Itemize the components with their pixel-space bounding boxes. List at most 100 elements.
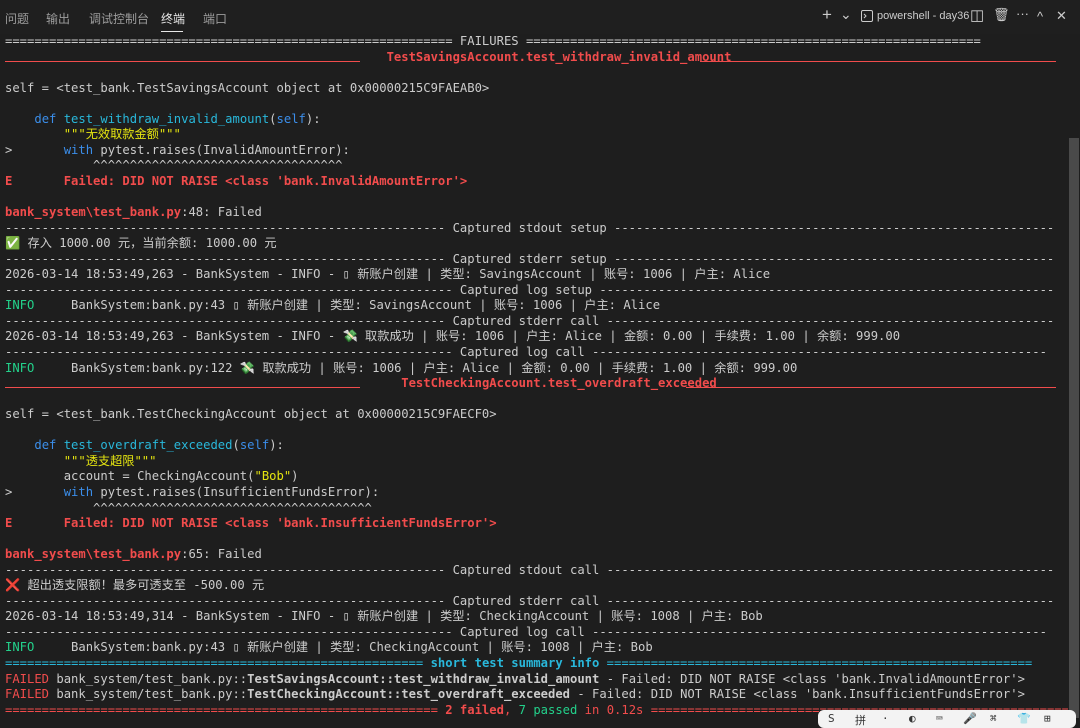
terminal-text: ----------------------------------------…: [5, 562, 1055, 577]
ime-toolbar-icon[interactable]: S: [828, 712, 835, 725]
terminal-text: BankSystem:bank.py:43 ▯ 新账户创建 | 类型: Chec…: [63, 640, 653, 655]
terminal-text: 取款成功 | 账号: 1006 | 户主: Alice | 金额: 0.00 |…: [255, 360, 798, 375]
terminal-line: ----------------------------------------…: [5, 594, 1065, 610]
terminal-text: E Failed: DID NOT RAISE <class 'bank.Inv…: [5, 173, 468, 188]
terminal-text: ----------------------------------------…: [5, 593, 1055, 608]
terminal-line: INFO BankSystem:bank.py:122 💸 取款成功 | 账号:…: [5, 361, 1065, 377]
tab-terminal[interactable]: 终端: [161, 10, 185, 27]
terminal-line: bank_system\test_bank.py:65: Failed: [5, 547, 1065, 563]
ime-toolbar-icon[interactable]: ⌘: [990, 712, 997, 725]
terminal-text: 2026-03-14 18:53:49,263 - BankSystem - I…: [5, 267, 771, 282]
terminal-line: 2026-03-14 18:53:49,314 - BankSystem - I…: [5, 609, 1065, 625]
terminal-line: 2026-03-14 18:53:49,263 - BankSystem - I…: [5, 267, 1065, 283]
terminal-text: """无效取款金额""": [5, 127, 181, 142]
terminal-text: 存入 1000.00 元，当前余额: 1000.00 元: [20, 236, 277, 251]
terminal-line: self = <test_bank.TestCheckingAccount ob…: [5, 407, 1065, 423]
terminal-text: bank_system/test_bank.py::: [56, 687, 248, 702]
terminal-text: test_overdraft_exceeded: [63, 438, 233, 453]
tab-output[interactable]: 输出: [46, 10, 70, 27]
terminal-line: > with pytest.raises(InsufficientFundsEr…: [5, 485, 1065, 501]
failure-header-rule-left: [5, 60, 360, 62]
terminal-line: ^^^^^^^^^^^^^^^^^^^^^^^^^^^^^^^^^^: [5, 158, 1065, 174]
terminal-line: ----------------------------------------…: [5, 314, 1065, 330]
terminal-text: TestSavingsAccount::test_withdraw_invali…: [247, 671, 600, 686]
terminal-text: 2026-03-14 18:53:49,314 - BankSystem - I…: [5, 609, 763, 624]
terminal-text: pytest.raises(InvalidAmountError):: [100, 142, 350, 157]
tab-debug-console[interactable]: 调试控制台: [89, 10, 149, 27]
terminal-text: - Failed: DID NOT RAISE <class 'bank.Inv…: [599, 671, 1025, 686]
terminal-text: bank_system\test_bank.py: [5, 547, 182, 562]
terminal-line: def test_withdraw_invalid_amount(self):: [5, 112, 1065, 128]
terminal-text: "Bob": [254, 469, 292, 484]
close-panel-icon[interactable]: ✕: [1056, 8, 1067, 24]
ime-toolbar-icon[interactable]: ⊞: [1044, 712, 1051, 725]
terminal-text: INFO: [5, 298, 64, 313]
terminal-text: ----------------------------------------…: [5, 313, 1055, 328]
terminal-text: self: [239, 438, 270, 453]
terminal-line: TestCheckingAccount.test_overdraft_excee…: [5, 376, 1065, 392]
ime-toolbar-icon[interactable]: ◐: [909, 712, 916, 725]
new-terminal-plus-icon[interactable]: +: [822, 5, 832, 25]
ime-toolbar-icon[interactable]: ·: [882, 712, 889, 725]
terminal-text: >: [5, 142, 64, 157]
terminal-name[interactable]: powershell - day36: [877, 10, 969, 22]
terminal-line: ✅ 存入 1000.00 元，当前余额: 1000.00 元: [5, 236, 1065, 252]
terminal-text: in 0.12s: [577, 702, 644, 717]
terminal-line: ----------------------------------------…: [5, 345, 1065, 361]
ime-toolbar-icon[interactable]: 👕: [1017, 712, 1031, 725]
terminal-text: bank_system\test_bank.py: [5, 205, 182, 220]
terminal-text: ========================================…: [5, 34, 981, 48]
tab-ports[interactable]: 端口: [203, 10, 227, 27]
chevron-down-icon[interactable]: ⌄: [840, 6, 852, 23]
terminal-text: 超出透支限额！最多可透支至 -500.00 元: [20, 578, 265, 593]
scrollbar-thumb[interactable]: [1069, 138, 1079, 718]
terminal-text: TestSavingsAccount.test_withdraw_invalid…: [386, 49, 732, 64]
terminal-text: :65: Failed: [181, 547, 262, 562]
terminal-text: E Failed: DID NOT RAISE <class 'bank.Ins…: [5, 516, 497, 531]
terminal-line: ----------------------------------------…: [5, 221, 1065, 237]
terminal-line: account = CheckingAccount("Bob"): [5, 469, 1065, 485]
terminal-text: def: [34, 111, 64, 126]
terminal-line: TestSavingsAccount.test_withdraw_invalid…: [5, 50, 1065, 66]
tab-problems[interactable]: 问题: [5, 10, 29, 27]
ime-toolbar-icon[interactable]: ⌨: [936, 712, 943, 725]
ime-toolbar-icon[interactable]: 拼: [855, 712, 866, 728]
terminal-text: TestCheckingAccount::test_overdraft_exce…: [247, 687, 571, 702]
split-terminal-icon[interactable]: ◫: [970, 6, 984, 24]
terminal-text: self: [276, 111, 306, 126]
failure-header-rule-right: [686, 387, 1056, 389]
terminal-text: ):: [269, 438, 284, 453]
terminal-text: ========================================…: [5, 702, 446, 717]
terminal-text: 2026-03-14 18:53:49,263 - BankSystem - I…: [5, 329, 343, 344]
terminal-text: self = <test_bank.TestCheckingAccount ob…: [5, 407, 497, 422]
terminal-text: def: [34, 438, 64, 453]
terminal-text: ========================================…: [5, 656, 431, 670]
more-actions-icon[interactable]: ···: [1016, 6, 1029, 21]
terminal-text: 💸: [239, 360, 255, 375]
terminal-text: ----------------------------------------…: [5, 345, 1047, 359]
terminal-text: with: [63, 142, 101, 157]
ime-toolbar-icon[interactable]: 🎤: [963, 712, 977, 725]
terminal-text: ✅: [5, 236, 21, 251]
terminal-line: E Failed: DID NOT RAISE <class 'bank.Ins…: [5, 516, 1065, 532]
terminal-text: self = <test_bank.TestSavingsAccount obj…: [5, 80, 490, 95]
terminal-text: INFO: [5, 640, 64, 655]
terminal-line: """透支超限""": [5, 454, 1065, 470]
terminal-text: - Failed: DID NOT RAISE <class 'bank.Ins…: [570, 687, 1025, 702]
terminal-text: """透支超限""": [5, 453, 157, 468]
terminal-scrollbar[interactable]: [1068, 34, 1080, 721]
terminal-text: pytest.raises(InsufficientFundsError):: [100, 484, 380, 499]
terminal-text: (: [269, 111, 277, 126]
terminal-text: account = CheckingAccount(: [5, 469, 255, 484]
terminal-text: INFO: [5, 360, 64, 375]
terminal-text: 💸: [342, 329, 358, 344]
terminal-output[interactable]: ========================================…: [0, 34, 1068, 721]
maximize-panel-icon[interactable]: ^: [1037, 9, 1043, 24]
terminal-text: ,: [503, 702, 519, 717]
failure-header-rule-left: [5, 387, 360, 389]
trash-icon[interactable]: 🗑: [993, 7, 1010, 23]
terminal-line: ========================================…: [5, 34, 1065, 50]
terminal-text: :48: Failed: [181, 205, 262, 220]
terminal-text: ❌: [5, 578, 21, 593]
